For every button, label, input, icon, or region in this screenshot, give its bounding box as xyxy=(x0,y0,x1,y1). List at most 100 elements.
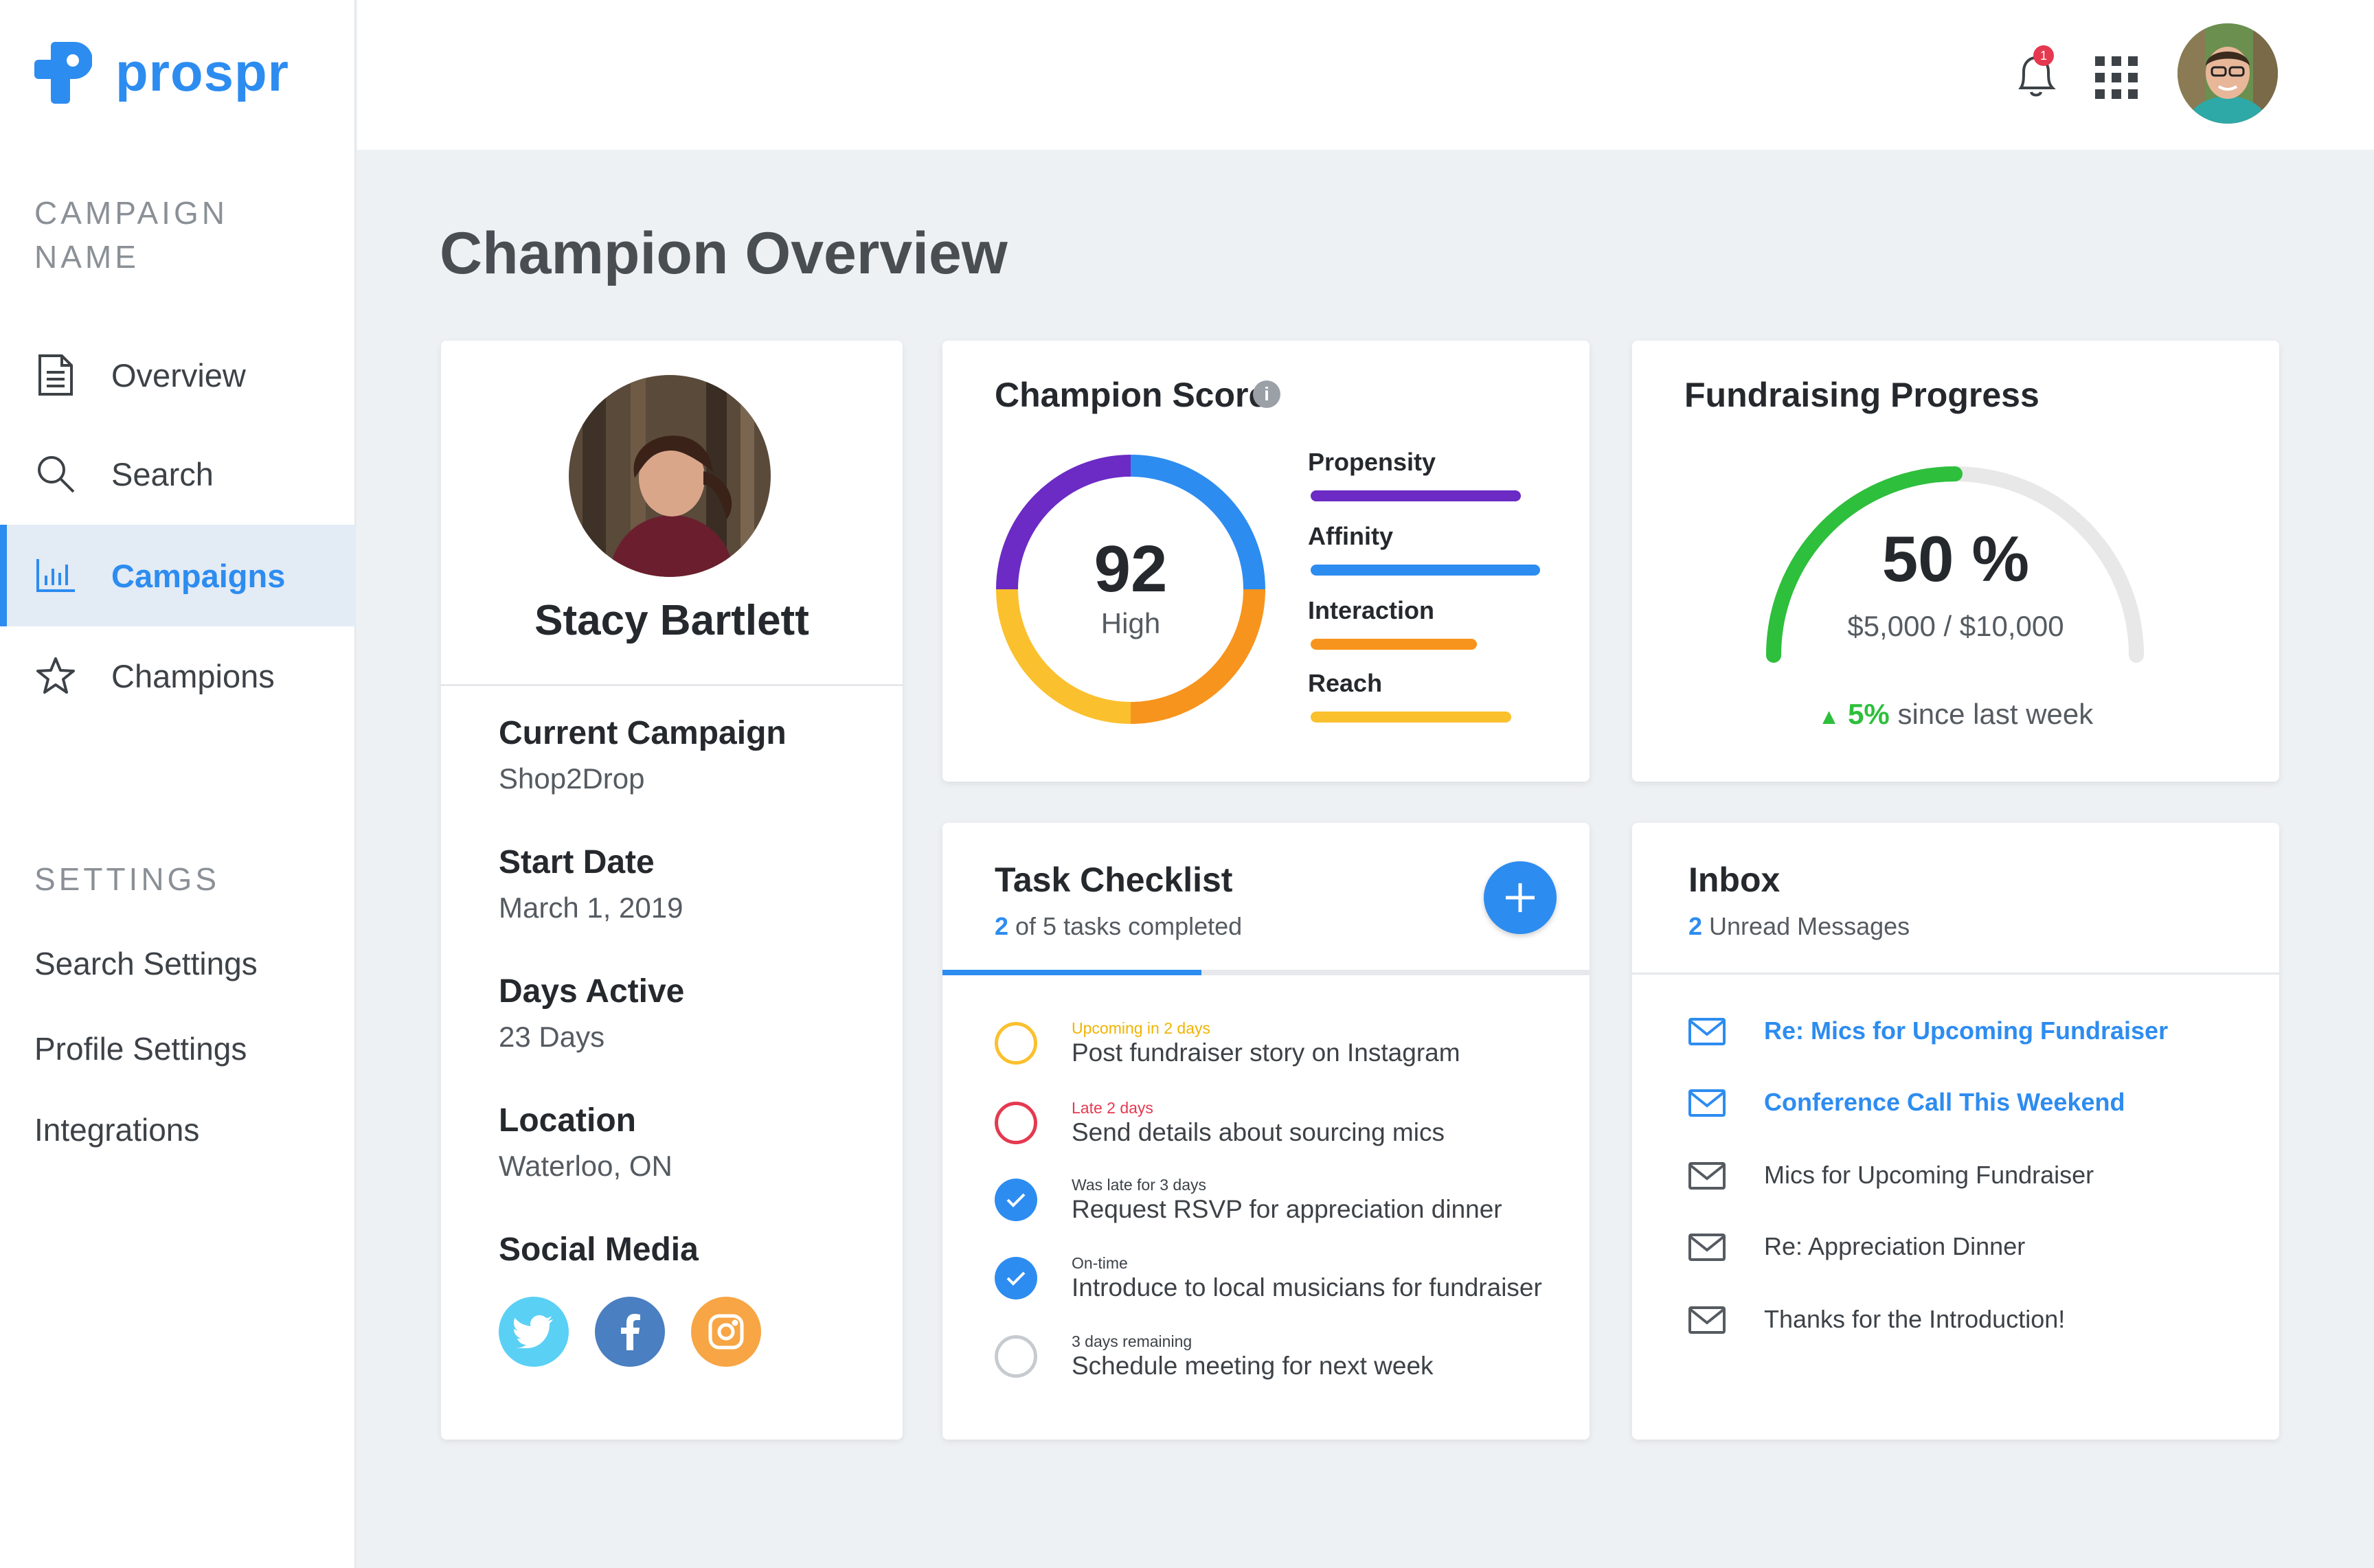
facebook-icon[interactable] xyxy=(595,1297,665,1367)
days-active-value: 23 Days xyxy=(499,1021,605,1053)
champion-score-title: Champion Score xyxy=(995,376,1268,414)
days-active-label: Days Active xyxy=(499,973,685,1010)
task-progress-track xyxy=(942,970,1590,975)
profile-card: Stacy Bartlett Current Campaign Shop2Dro… xyxy=(441,341,903,1440)
inbox-title: Inbox xyxy=(1688,861,1780,899)
task-checkbox[interactable] xyxy=(995,1022,1037,1065)
sidebar-item-search[interactable]: Search xyxy=(0,423,356,525)
search-settings-link[interactable]: Search Settings xyxy=(34,945,258,982)
arrow-up-icon: ▲ xyxy=(1818,704,1840,729)
legend-propensity-label: Propensity xyxy=(1308,448,1436,476)
mail-icon xyxy=(1688,1162,1726,1190)
inbox-card: Inbox 2 Unread Messages Re: Mics for Upc… xyxy=(1632,823,2279,1440)
task-checkbox[interactable] xyxy=(995,1335,1037,1378)
inbox-message[interactable]: Re: Appreciation Dinner xyxy=(1632,1224,2279,1272)
task-checkbox-checked[interactable] xyxy=(995,1179,1037,1221)
legend-affinity-bar xyxy=(1311,565,1540,576)
unread-suffix: Unread Messages xyxy=(1702,912,1910,940)
page-title: Champion Overview xyxy=(440,220,1008,286)
mail-icon xyxy=(1688,1234,1726,1261)
app-name: prospr xyxy=(115,42,290,102)
inbox-message[interactable]: Re: Mics for Upcoming Fundraiser xyxy=(1632,1008,2279,1056)
inbox-message[interactable]: Conference Call This Weekend xyxy=(1632,1080,2279,1128)
mail-icon xyxy=(1688,1018,1726,1045)
top-bar xyxy=(357,0,2374,150)
task-status: Late 2 days xyxy=(1072,1099,1153,1117)
champion-name: Stacy Bartlett xyxy=(534,597,809,644)
message-subject: Re: Appreciation Dinner xyxy=(1764,1232,2026,1260)
task-status: Was late for 3 days xyxy=(1072,1176,1207,1194)
legend-propensity-bar xyxy=(1311,490,1521,501)
document-icon xyxy=(34,354,77,396)
start-date-value: March 1, 2019 xyxy=(499,891,683,924)
current-campaign-label: Current Campaign xyxy=(499,715,787,751)
legend-interaction-bar xyxy=(1311,639,1477,650)
fundraising-percent: 50 % xyxy=(1881,523,2030,595)
location-value: Waterloo, ON xyxy=(499,1150,672,1182)
twitter-icon[interactable] xyxy=(499,1297,569,1367)
legend-reach-label: Reach xyxy=(1308,669,1383,697)
legend-reach-bar xyxy=(1311,712,1511,723)
change-percent: 5% xyxy=(1848,698,1890,730)
sidebar: prospr CAMPAIGN NAME Overview Search Cam… xyxy=(0,0,356,1568)
logo[interactable]: prospr xyxy=(34,41,289,104)
mail-icon xyxy=(1688,1089,1726,1117)
plus-icon xyxy=(1506,883,1535,912)
task-checklist-card: Task Checklist 2 of 5 tasks completed Up… xyxy=(942,823,1590,1440)
bar-chart-icon xyxy=(34,554,77,597)
checkmark-icon xyxy=(1006,1271,1026,1286)
unread-count: 2 xyxy=(1688,912,1703,940)
fundraising-card: Fundraising Progress 50 % $5,000 / $10,0… xyxy=(1632,341,2279,782)
social-media-label: Social Media xyxy=(499,1231,699,1268)
champion-avatar xyxy=(569,375,771,577)
user-avatar[interactable] xyxy=(2178,23,2278,124)
task-status: On-time xyxy=(1072,1254,1128,1272)
message-subject: Conference Call This Weekend xyxy=(1764,1088,2125,1116)
sidebar-item-label: Champions xyxy=(111,657,275,694)
instagram-icon[interactable] xyxy=(691,1297,761,1367)
star-icon xyxy=(34,655,77,697)
score-value: 92 xyxy=(1094,532,1168,606)
task-text: Schedule meeting for next week xyxy=(1072,1352,1434,1380)
sidebar-item-label: Campaigns xyxy=(111,557,286,594)
legend-affinity-label: Affinity xyxy=(1308,522,1393,550)
profile-settings-link[interactable]: Profile Settings xyxy=(34,1030,247,1067)
task-text: Post fundraiser story on Instagram xyxy=(1072,1038,1460,1067)
task-text: Request RSVP for appreciation dinner xyxy=(1072,1195,1502,1223)
task-checkbox-checked[interactable] xyxy=(995,1257,1037,1299)
settings-label: SETTINGS xyxy=(34,861,221,897)
apps-grid-icon[interactable] xyxy=(2095,56,2138,99)
inbox-message[interactable]: Mics for Upcoming Fundraiser xyxy=(1632,1152,2279,1201)
task-checkbox[interactable] xyxy=(995,1102,1037,1144)
add-task-button[interactable] xyxy=(1484,861,1557,934)
sidebar-item-campaigns[interactable]: Campaigns xyxy=(0,525,356,626)
inbox-message[interactable]: Thanks for the Introduction! xyxy=(1632,1297,2279,1345)
tasks-completed-summary: 2 of 5 tasks completed xyxy=(995,912,1242,941)
task-text: Introduce to local musicians for fundrai… xyxy=(1072,1273,1542,1302)
task-text: Send details about sourcing mics xyxy=(1072,1118,1445,1146)
legend-interaction-label: Interaction xyxy=(1308,596,1435,624)
task-checklist-title: Task Checklist xyxy=(995,861,1233,899)
info-icon[interactable]: i xyxy=(1253,380,1280,408)
tasks-completed-suffix: of 5 tasks completed xyxy=(1008,912,1243,940)
message-subject: Re: Mics for Upcoming Fundraiser xyxy=(1764,1016,2169,1045)
campaign-name-label: CAMPAIGN NAME xyxy=(34,195,228,275)
integrations-link[interactable]: Integrations xyxy=(34,1111,199,1148)
sidebar-item-label: Overview xyxy=(111,356,246,394)
task-progress-fill xyxy=(942,970,1201,975)
start-date-label: Start Date xyxy=(499,844,655,880)
score-level: High xyxy=(1100,607,1161,639)
unread-summary: 2 Unread Messages xyxy=(1688,912,1910,941)
champion-score-card: Champion Score i 92 High Propensity Affi… xyxy=(942,341,1590,782)
sidebar-item-overview[interactable]: Overview xyxy=(0,324,356,426)
fundraising-amount: $5,000 / $10,000 xyxy=(1847,610,2064,642)
change-suffix: since last week xyxy=(1889,698,2094,730)
current-campaign-value: Shop2Drop xyxy=(499,762,645,795)
sidebar-item-champions[interactable]: Champions xyxy=(0,625,356,727)
sidebar-item-label: Search xyxy=(111,455,214,492)
fundraising-change: ▲ 5% since last week xyxy=(1632,698,2279,731)
checkmark-icon xyxy=(1006,1193,1026,1207)
divider xyxy=(441,684,903,686)
notification-badge: 1 xyxy=(2033,45,2054,66)
prospr-logo-icon xyxy=(34,41,93,104)
